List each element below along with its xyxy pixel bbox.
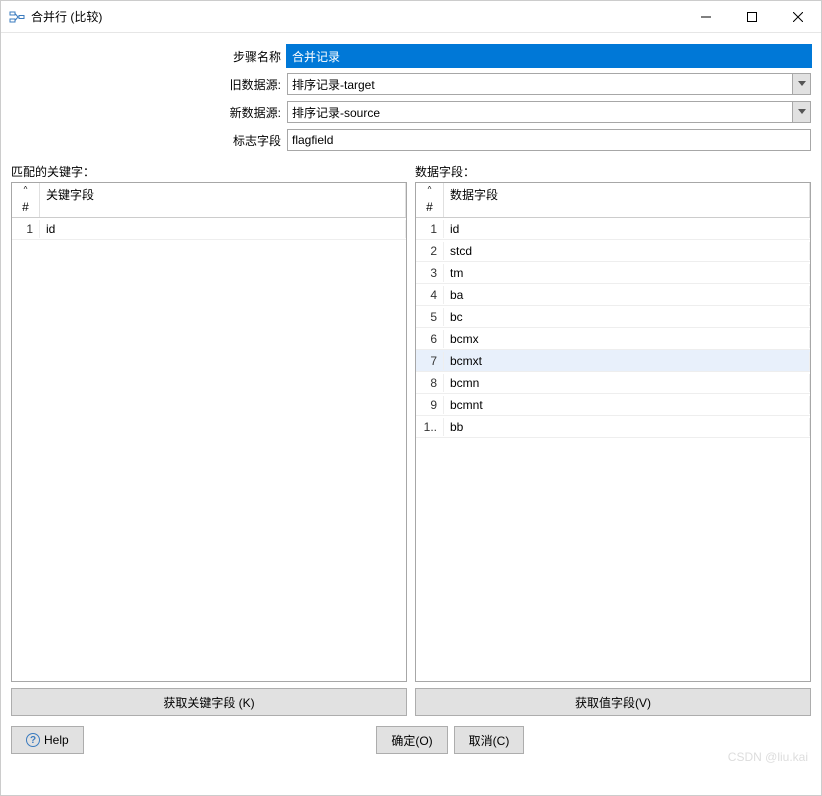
table-row[interactable]: 4ba xyxy=(416,284,810,306)
row-value[interactable]: ba xyxy=(444,286,810,304)
row-value[interactable]: tm xyxy=(444,264,810,282)
help-label: Help xyxy=(44,733,69,747)
row-number: 2 xyxy=(416,242,444,260)
chevron-down-icon xyxy=(798,109,806,115)
window-controls xyxy=(683,1,821,32)
app-icon xyxy=(9,9,25,25)
row-value[interactable]: stcd xyxy=(444,242,810,260)
step-name-input[interactable] xyxy=(287,45,811,67)
flag-field-input[interactable] xyxy=(287,129,811,151)
data-fields-title: 数据字段： xyxy=(415,163,811,180)
help-button[interactable]: ? Help xyxy=(11,726,84,754)
key-fields-title: 匹配的关键字： xyxy=(11,163,407,180)
row-number: 5 xyxy=(416,308,444,326)
step-name-label: 步骤名称 xyxy=(11,48,287,65)
maximize-button[interactable] xyxy=(729,1,775,33)
old-source-input[interactable] xyxy=(288,74,792,94)
row-value[interactable]: bc xyxy=(444,308,810,326)
key-header-num: ^# xyxy=(12,183,40,217)
new-source-combo[interactable] xyxy=(287,101,811,123)
table-row[interactable]: 8bcmn xyxy=(416,372,810,394)
minimize-button[interactable] xyxy=(683,1,729,33)
data-header-num: ^# xyxy=(416,183,444,217)
panels: 匹配的关键字： ^# 关键字段 1id 获取关键字段 (K) 数据字段： ^# … xyxy=(1,163,821,716)
data-fields-header: ^# 数据字段 xyxy=(416,183,810,218)
table-row[interactable]: 3tm xyxy=(416,262,810,284)
titlebar: 合并行 (比较) xyxy=(1,1,821,33)
key-fields-panel: 匹配的关键字： ^# 关键字段 1id 获取关键字段 (K) xyxy=(11,163,407,716)
row-number: 6 xyxy=(416,330,444,348)
table-row[interactable]: 2stcd xyxy=(416,240,810,262)
table-row[interactable]: 1id xyxy=(416,218,810,240)
row-number: 1 xyxy=(12,220,40,238)
form-area: 步骤名称 旧数据源: 新数据源: 标志字段 xyxy=(1,33,821,163)
get-value-fields-button[interactable]: 获取值字段(V) xyxy=(415,688,811,716)
row-value[interactable]: id xyxy=(444,220,810,238)
row-number: 3 xyxy=(416,264,444,282)
new-source-dropdown-button[interactable] xyxy=(792,102,810,122)
new-source-label: 新数据源: xyxy=(11,104,287,121)
data-header-field[interactable]: 数据字段 xyxy=(444,183,810,217)
table-row[interactable]: 6bcmx xyxy=(416,328,810,350)
data-fields-panel: 数据字段： ^# 数据字段 1id2stcd3tm4ba5bc6bcmx7bcm… xyxy=(415,163,811,716)
window-title: 合并行 (比较) xyxy=(31,8,683,25)
key-fields-grid[interactable]: ^# 关键字段 1id xyxy=(11,182,407,682)
row-value[interactable]: bcmn xyxy=(444,374,810,392)
row-number: 7 xyxy=(416,352,444,370)
row-value[interactable]: bcmx xyxy=(444,330,810,348)
get-key-fields-button[interactable]: 获取关键字段 (K) xyxy=(11,688,407,716)
close-button[interactable] xyxy=(775,1,821,33)
row-number: 1.. xyxy=(416,418,444,436)
row-value[interactable]: bb xyxy=(444,418,810,436)
row-value[interactable]: id xyxy=(40,220,406,238)
row-value[interactable]: bcmxt xyxy=(444,352,810,370)
table-row[interactable]: 1..bb xyxy=(416,416,810,438)
key-fields-header: ^# 关键字段 xyxy=(12,183,406,218)
old-source-label: 旧数据源: xyxy=(11,76,287,93)
table-row[interactable]: 1id xyxy=(12,218,406,240)
row-number: 9 xyxy=(416,396,444,414)
cancel-button[interactable]: 取消(C) xyxy=(454,726,525,754)
row-number: 8 xyxy=(416,374,444,392)
row-value[interactable]: bcmnt xyxy=(444,396,810,414)
old-source-combo[interactable] xyxy=(287,73,811,95)
table-row[interactable]: 5bc xyxy=(416,306,810,328)
new-source-input[interactable] xyxy=(288,102,792,122)
ok-button[interactable]: 确定(O) xyxy=(376,726,447,754)
row-number: 4 xyxy=(416,286,444,304)
data-fields-grid[interactable]: ^# 数据字段 1id2stcd3tm4ba5bc6bcmx7bcmxt8bcm… xyxy=(415,182,811,682)
key-header-field[interactable]: 关键字段 xyxy=(40,183,406,217)
footer: ? Help 确定(O) 取消(C) xyxy=(1,716,821,764)
help-icon: ? xyxy=(26,733,40,747)
table-row[interactable]: 7bcmxt xyxy=(416,350,810,372)
chevron-down-icon xyxy=(798,81,806,87)
flag-field-label: 标志字段 xyxy=(11,132,287,149)
old-source-dropdown-button[interactable] xyxy=(792,74,810,94)
row-number: 1 xyxy=(416,220,444,238)
table-row[interactable]: 9bcmnt xyxy=(416,394,810,416)
